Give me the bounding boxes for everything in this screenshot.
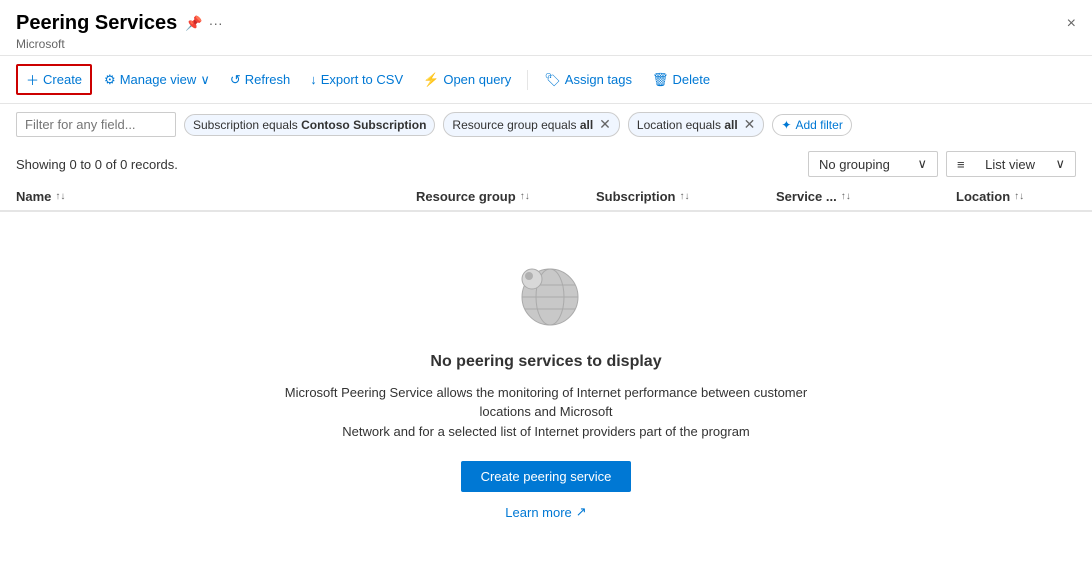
create-label: Create bbox=[43, 72, 82, 87]
location-filter-tag: Location equals all ✕ bbox=[628, 112, 764, 137]
subscription-sort-icon: ↑↓ bbox=[679, 191, 689, 202]
plus-icon: ＋ bbox=[26, 70, 39, 89]
open-query-button[interactable]: ⚡ Open query bbox=[415, 68, 519, 92]
export-button[interactable]: ↓ Export to CSV bbox=[302, 68, 411, 91]
separator bbox=[527, 70, 528, 90]
list-view-chevron-icon: ∨ bbox=[1055, 156, 1065, 172]
tag-icon: 🏷 bbox=[544, 72, 561, 88]
resource-group-sort-icon: ↑↓ bbox=[520, 191, 530, 202]
list-view-dropdown[interactable]: ≡ List view ∨ bbox=[946, 151, 1076, 177]
resource-group-filter-tag: Resource group equals all ✕ bbox=[443, 112, 620, 137]
resource-group-column-header[interactable]: Resource group ↑↓ bbox=[416, 189, 596, 204]
pin-icon[interactable]: 📌 bbox=[185, 15, 202, 32]
table-header: Name ↑↓ Resource group ↑↓ Subscription ↑… bbox=[0, 183, 1092, 212]
refresh-button[interactable]: ↺ Refresh bbox=[222, 68, 298, 92]
download-icon: ↓ bbox=[310, 72, 317, 87]
delete-button[interactable]: 🗑 Delete bbox=[644, 68, 718, 92]
trash-icon: 🗑 bbox=[652, 72, 669, 88]
name-column-header[interactable]: Name ↑↓ bbox=[16, 189, 416, 204]
subtitle: Microsoft bbox=[16, 37, 1076, 51]
manage-view-button[interactable]: ⚙ Manage view ∨ bbox=[96, 68, 218, 92]
assign-tags-button[interactable]: 🏷 Assign tags bbox=[536, 68, 640, 92]
chevron-down-icon: ∨ bbox=[200, 72, 210, 88]
filter-bar: Subscription equals Contoso Subscription… bbox=[0, 104, 1092, 145]
view-controls: No grouping ∨ ≡ List view ∨ bbox=[808, 151, 1076, 177]
name-sort-icon: ↑↓ bbox=[55, 191, 65, 202]
close-button[interactable]: × bbox=[1067, 15, 1076, 33]
subscription-column-header[interactable]: Subscription ↑↓ bbox=[596, 189, 776, 204]
toolbar: ＋ Create ⚙ Manage view ∨ ↺ Refresh ↓ Exp… bbox=[0, 56, 1092, 104]
stats-text: Showing 0 to 0 of 0 records. bbox=[16, 157, 178, 172]
stats-bar: Showing 0 to 0 of 0 records. No grouping… bbox=[0, 145, 1092, 183]
service-sort-icon: ↑↓ bbox=[841, 191, 851, 202]
create-peering-service-button[interactable]: Create peering service bbox=[461, 461, 632, 492]
location-column-header[interactable]: Location ↑↓ bbox=[956, 189, 1076, 204]
empty-state: No peering services to display Microsoft… bbox=[0, 212, 1092, 561]
gear-icon: ⚙ bbox=[104, 72, 116, 88]
page-title: Peering Services bbox=[16, 12, 177, 35]
external-link-icon: ↗ bbox=[576, 504, 587, 520]
list-view-icon: ≡ bbox=[957, 157, 965, 172]
more-icon[interactable]: ··· bbox=[209, 15, 223, 32]
globe-icon bbox=[506, 253, 586, 333]
plus-filter-icon: ✦ bbox=[781, 118, 791, 132]
grouping-chevron-icon: ∨ bbox=[917, 156, 927, 172]
resource-group-filter-close[interactable]: ✕ bbox=[599, 116, 611, 133]
location-filter-close[interactable]: ✕ bbox=[744, 116, 756, 133]
grouping-dropdown[interactable]: No grouping ∨ bbox=[808, 151, 938, 177]
service-column-header[interactable]: Service ... ↑↓ bbox=[776, 189, 956, 204]
refresh-icon: ↺ bbox=[230, 72, 241, 88]
empty-description: Microsoft Peering Service allows the mon… bbox=[271, 383, 821, 442]
location-sort-icon: ↑↓ bbox=[1014, 191, 1024, 202]
learn-more-link[interactable]: Learn more ↗ bbox=[505, 504, 586, 520]
create-button[interactable]: ＋ Create bbox=[16, 64, 92, 95]
empty-title: No peering services to display bbox=[430, 353, 661, 371]
filter-input[interactable] bbox=[16, 112, 176, 137]
add-filter-button[interactable]: ✦ Add filter bbox=[772, 114, 851, 136]
query-icon: ⚡ bbox=[423, 72, 439, 88]
subscription-filter-tag: Subscription equals Contoso Subscription bbox=[184, 114, 435, 136]
